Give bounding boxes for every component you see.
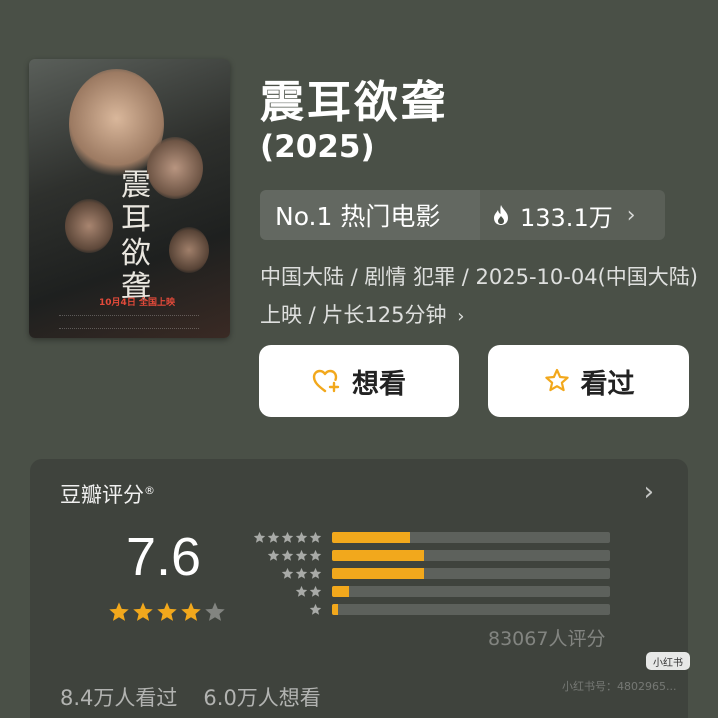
bar-track xyxy=(332,585,610,597)
bar-star-label xyxy=(250,585,322,598)
bar-star-label xyxy=(250,603,322,616)
poster-title-text: 震耳欲聋 xyxy=(121,168,153,305)
rating-bar-row xyxy=(250,546,610,564)
small-star-icon xyxy=(295,567,308,579)
star-filled-icon xyxy=(109,602,129,621)
seen-label: 看过 xyxy=(580,368,635,400)
poster-face-lower-right xyxy=(169,227,209,273)
bar-fill xyxy=(332,603,338,615)
chevron-right-icon: › xyxy=(626,202,636,228)
rating-distribution xyxy=(250,528,610,618)
movie-poster[interactable]: 震耳欲聋 10月4日 全国上映 xyxy=(29,59,230,338)
small-star-icon xyxy=(309,585,322,597)
seen-count: 8.4万人看过 xyxy=(60,686,178,710)
want-label: 想看 xyxy=(352,368,406,400)
bar-star-label xyxy=(250,531,322,544)
small-star-icon xyxy=(295,549,308,561)
small-star-icon xyxy=(281,549,294,561)
small-star-icon xyxy=(309,549,322,561)
watermark-id: 小红书号：4802965... xyxy=(562,680,677,693)
audience-stats: 8.4万人看过 6.0万人想看 xyxy=(60,682,321,712)
watched-button[interactable]: 看过 xyxy=(488,345,689,417)
small-star-icon xyxy=(281,531,294,543)
bar-star-label xyxy=(250,549,322,562)
flame-icon xyxy=(494,205,508,225)
movie-meta-info[interactable]: 中国大陆 / 剧情 犯罪 / 2025-10-04(中国大陆)上映 / 片长12… xyxy=(260,258,700,336)
rank-label: No.1 热门电影 xyxy=(260,190,480,240)
heat-indicator[interactable]: 133.1万 › xyxy=(480,190,665,240)
want-count: 6.0万人想看 xyxy=(203,686,321,710)
star-filled-icon xyxy=(181,602,201,621)
xiaohongshu-badge: 小红书 xyxy=(646,652,690,670)
heat-value: 133.1万 xyxy=(520,203,613,232)
poster-release-text: 10月4日 全国上映 xyxy=(99,298,175,308)
rank-banner[interactable]: No.1 热门电影 133.1万 › xyxy=(260,190,665,240)
bar-fill xyxy=(332,549,424,561)
movie-title: 震耳欲聋 xyxy=(260,77,448,128)
score-stars xyxy=(108,601,226,623)
bar-track xyxy=(332,531,610,543)
star-filled-icon xyxy=(157,602,177,621)
bar-track xyxy=(332,549,610,561)
small-star-icon xyxy=(281,567,294,579)
star-empty-icon xyxy=(205,602,225,621)
star-filled-icon xyxy=(133,602,153,621)
bar-fill xyxy=(332,531,410,543)
want-to-watch-button[interactable]: 想看 xyxy=(259,345,459,417)
poster-credits xyxy=(59,315,199,329)
small-star-icon xyxy=(309,603,322,615)
chevron-right-icon[interactable]: › xyxy=(644,477,654,507)
meta-text: 中国大陆 / 剧情 犯罪 / 2025-10-04(中国大陆)上映 / 片长12… xyxy=(260,265,698,327)
rating-bar-row xyxy=(250,600,610,618)
small-star-icon xyxy=(253,531,266,543)
chevron-right-icon: › xyxy=(457,306,465,327)
movie-year: (2025) xyxy=(260,129,375,165)
rating-label-text: 豆瓣评分 xyxy=(60,483,144,507)
bar-fill xyxy=(332,567,424,579)
bar-fill xyxy=(332,585,349,597)
star-outline-icon xyxy=(544,368,569,392)
bar-track xyxy=(332,567,610,579)
heart-plus-icon xyxy=(312,369,340,393)
poster-face-lower xyxy=(65,199,113,253)
registered-mark: ® xyxy=(144,484,155,497)
rating-bar-row xyxy=(250,582,610,600)
small-star-icon xyxy=(267,549,280,561)
rating-count: 83067人评分 xyxy=(488,628,606,650)
rating-score: 7.6 xyxy=(126,527,202,587)
bar-track xyxy=(332,603,610,615)
rating-bar-row xyxy=(250,528,610,546)
small-star-icon xyxy=(295,585,308,597)
rating-title: 豆瓣评分® xyxy=(60,479,155,509)
bar-star-label xyxy=(250,567,322,580)
rating-bar-row xyxy=(250,564,610,582)
small-star-icon xyxy=(309,531,322,543)
small-star-icon xyxy=(267,531,280,543)
small-star-icon xyxy=(309,567,322,579)
small-star-icon xyxy=(295,531,308,543)
